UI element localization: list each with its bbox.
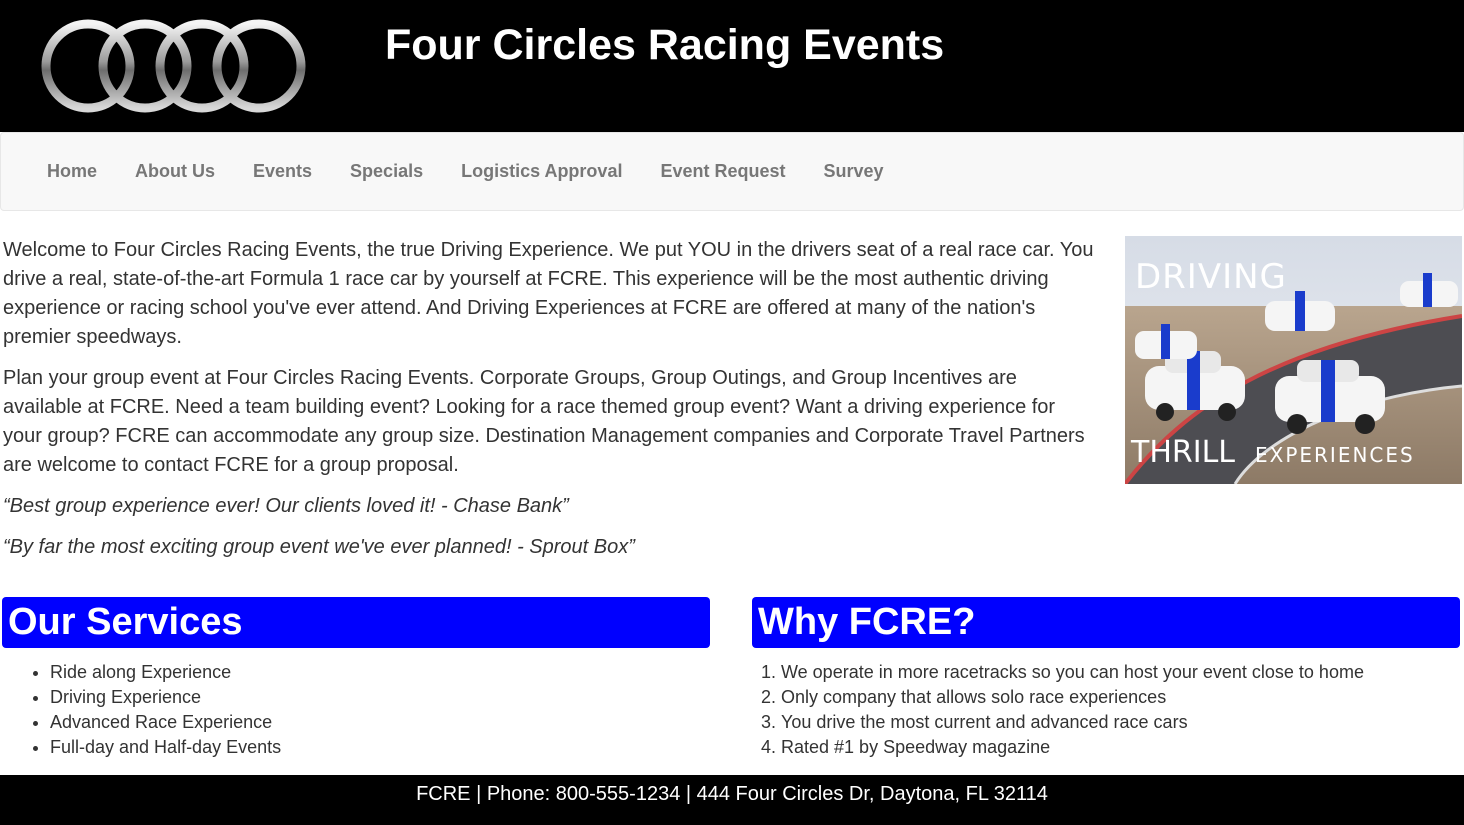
svg-text:THRILL: THRILL <box>1130 435 1235 470</box>
services-list: Ride along Experience Driving Experience… <box>2 660 710 760</box>
list-item: Advanced Race Experience <box>50 710 710 735</box>
site-footer: FCRE | Phone: 800-555-1234 | 444 Four Ci… <box>0 775 1464 825</box>
list-item: Only company that allows solo race exper… <box>781 685 1460 710</box>
site-header: Four Circles Racing Events <box>0 0 1464 132</box>
main-navbar: Home About Us Events Specials Logistics … <box>0 132 1464 211</box>
intro-section: Welcome to Four Circles Racing Events, t… <box>3 236 1098 574</box>
nav-specials[interactable]: Specials <box>331 133 442 210</box>
testimonial-quote: “Best group experience ever! Our clients… <box>3 495 569 517</box>
nav-home[interactable]: Home <box>28 133 116 210</box>
list-item: Driving Experience <box>50 685 710 710</box>
nav-survey[interactable]: Survey <box>805 133 903 210</box>
testimonial-quote: “By far the most exciting group event we… <box>3 536 635 558</box>
site-title: Four Circles Racing Events <box>385 21 945 69</box>
list-item: Full-day and Half-day Events <box>50 735 710 760</box>
svg-text:DRIVING: DRIVING <box>1135 257 1287 297</box>
list-item: You drive the most current and advanced … <box>781 710 1460 735</box>
driving-thrill-image: DRIVING THRILL EXPERIENCES <box>1125 236 1462 484</box>
services-section: Our Services Ride along Experience Drivi… <box>2 597 710 760</box>
nav-about-us[interactable]: About Us <box>116 133 234 210</box>
why-heading: Why FCRE? <box>752 597 1460 648</box>
four-rings-logo-icon[interactable] <box>38 16 310 116</box>
intro-paragraph: Welcome to Four Circles Racing Events, t… <box>3 239 1094 348</box>
nav-events[interactable]: Events <box>234 133 331 210</box>
footer-contact-text: FCRE | Phone: 800-555-1234 | 444 Four Ci… <box>416 783 1048 805</box>
list-item: We operate in more racetracks so you can… <box>781 660 1460 685</box>
intro-paragraph: Plan your group event at Four Circles Ra… <box>3 367 1085 476</box>
nav-event-request[interactable]: Event Request <box>641 133 804 210</box>
list-item: Rated #1 by Speedway magazine <box>781 735 1460 760</box>
why-section: Why FCRE? We operate in more racetracks … <box>752 597 1460 760</box>
nav-logistics-approval[interactable]: Logistics Approval <box>442 133 641 210</box>
why-list: We operate in more racetracks so you can… <box>752 660 1460 760</box>
svg-text:EXPERIENCES: EXPERIENCES <box>1255 443 1415 467</box>
list-item: Ride along Experience <box>50 660 710 685</box>
services-heading: Our Services <box>2 597 710 648</box>
